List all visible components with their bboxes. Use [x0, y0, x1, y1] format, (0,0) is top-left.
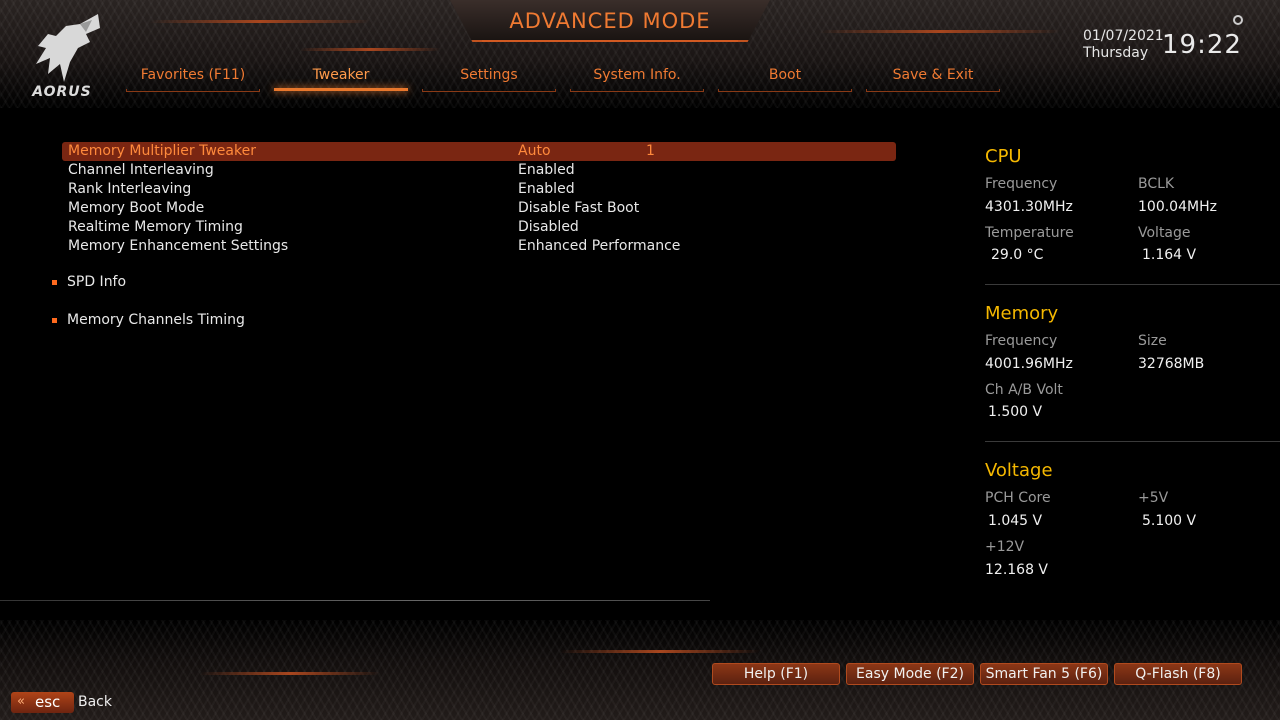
setting-row-memory-multiplier-tweaker[interactable]: Memory Multiplier Tweaker Auto 1 [62, 142, 896, 161]
tab-underline [274, 88, 408, 91]
tab-underline [126, 89, 260, 92]
smart-fan-button[interactable]: Smart Fan 5 (F6) [980, 663, 1108, 685]
panel-divider [985, 284, 1280, 285]
tab-favorites[interactable]: Favorites (F11) [126, 66, 260, 92]
tab-system-info[interactable]: System Info. [570, 66, 704, 92]
setting-label: Rank Interleaving [68, 181, 192, 197]
memory-size-value: 32768MB [1138, 356, 1205, 372]
setting-row-realtime-memory-timing[interactable]: Realtime Memory Timing Disabled [62, 218, 896, 237]
q-flash-button[interactable]: Q-Flash (F8) [1114, 663, 1242, 685]
plus5v-value: 5.100 V [1142, 513, 1197, 529]
setting-row-memory-boot-mode[interactable]: Memory Boot Mode Disable Fast Boot [62, 199, 896, 218]
divider [0, 600, 710, 601]
tab-label: System Info. [593, 67, 681, 83]
cpu-frequency-label: Frequency [985, 176, 1058, 192]
setting-row-channel-interleaving[interactable]: Channel Interleaving Enabled [62, 161, 896, 180]
tab-tweaker[interactable]: Tweaker [274, 66, 408, 92]
memory-panel: Memory [985, 303, 1280, 327]
tab-label: Settings [460, 67, 518, 83]
cpu-heading: CPU [985, 146, 1022, 167]
back-button[interactable]: Back [78, 694, 112, 710]
memory-frequency-value: 4001.96MHz [985, 356, 1073, 372]
page-title: ADVANCED MODE [509, 9, 711, 33]
easy-mode-button[interactable]: Easy Mode (F2) [846, 663, 974, 685]
memory-size-label: Size [1138, 333, 1167, 349]
footer-streak [558, 650, 762, 653]
plus12v-label: +12V [985, 539, 1025, 555]
setting-value: Disable Fast Boot [518, 200, 640, 216]
cpu-frequency-value: 4301.30MHz [985, 199, 1073, 215]
setting-label: Channel Interleaving [68, 162, 214, 178]
tab-underline [718, 89, 852, 92]
cpu-voltage-label: Voltage [1138, 225, 1191, 241]
tab-save-exit[interactable]: Save & Exit [866, 66, 1000, 92]
tab-boot[interactable]: Boot [718, 66, 852, 92]
setting-row-memory-enhancement-settings[interactable]: Memory Enhancement Settings Enhanced Per… [62, 237, 896, 256]
tab-settings[interactable]: Settings [422, 66, 556, 92]
tab-label: Boot [768, 67, 802, 83]
bullet-icon [52, 318, 57, 323]
setting-value: Enabled [518, 181, 575, 197]
day-text: Thursday [1083, 45, 1149, 61]
tab-label: Save & Exit [892, 67, 974, 83]
tab-underline [422, 89, 556, 92]
submenu-label: SPD Info [67, 274, 127, 290]
date-text: 01/07/2021 [1083, 28, 1164, 44]
clock: 19:22 [1162, 30, 1242, 60]
tab-underline [866, 89, 1000, 92]
setting-value: Disabled [518, 219, 579, 235]
cpu-bclk-label: BCLK [1138, 176, 1175, 192]
header-streak [298, 48, 442, 51]
tab-underline [570, 89, 704, 92]
voltage-panel: Voltage [985, 460, 1280, 484]
plus12v-value: 12.168 V [985, 562, 1049, 578]
setting-label: Memory Boot Mode [68, 200, 205, 216]
setting-label: Memory Multiplier Tweaker [68, 143, 256, 159]
voltage-heading: Voltage [985, 460, 1053, 481]
panel-divider [985, 441, 1280, 442]
gear-icon[interactable] [1233, 15, 1243, 25]
memory-frequency-label: Frequency [985, 333, 1058, 349]
setting-label: Memory Enhancement Settings [68, 238, 289, 254]
submenu-label: Memory Channels Timing [67, 312, 245, 328]
bullet-icon [52, 280, 57, 285]
memory-heading: Memory [985, 303, 1059, 324]
pch-core-label: PCH Core [985, 490, 1051, 506]
setting-value: Enhanced Performance [518, 238, 681, 254]
title-edge [482, 40, 738, 42]
settings-list: Memory Multiplier Tweaker Auto 1 Channel… [62, 142, 896, 256]
esc-label: esc [35, 693, 61, 711]
setting-value: Enabled [518, 162, 575, 178]
date-display: 01/07/2021 Thursday [1083, 28, 1164, 62]
cpu-voltage-value: 1.164 V [1142, 247, 1197, 263]
cpu-temperature-value: 29.0 °C [991, 247, 1044, 263]
memory-chab-value: 1.500 V [988, 404, 1043, 420]
help-button[interactable]: Help (F1) [712, 663, 840, 685]
cpu-temperature-label: Temperature [985, 225, 1074, 241]
memory-chab-label: Ch A/B Volt [985, 382, 1063, 398]
footer-streak [198, 672, 382, 675]
tab-label: Tweaker [312, 67, 370, 83]
setting-extra: 1 [646, 143, 655, 159]
plus5v-label: +5V [1138, 490, 1169, 506]
tab-label: Favorites (F11) [140, 67, 246, 83]
pch-core-value: 1.045 V [988, 513, 1043, 529]
esc-button[interactable]: « esc [11, 692, 74, 713]
cpu-bclk-value: 100.04MHz [1138, 199, 1217, 215]
double-chevron-left-icon: « [17, 694, 25, 709]
header-streak [148, 20, 372, 23]
setting-value: Auto [518, 143, 551, 159]
setting-row-rank-interleaving[interactable]: Rank Interleaving Enabled [62, 180, 896, 199]
cpu-panel: CPU [985, 146, 1280, 170]
header-streak [818, 30, 1062, 33]
setting-label: Realtime Memory Timing [68, 219, 243, 235]
logo-text: AORUS [32, 84, 92, 100]
